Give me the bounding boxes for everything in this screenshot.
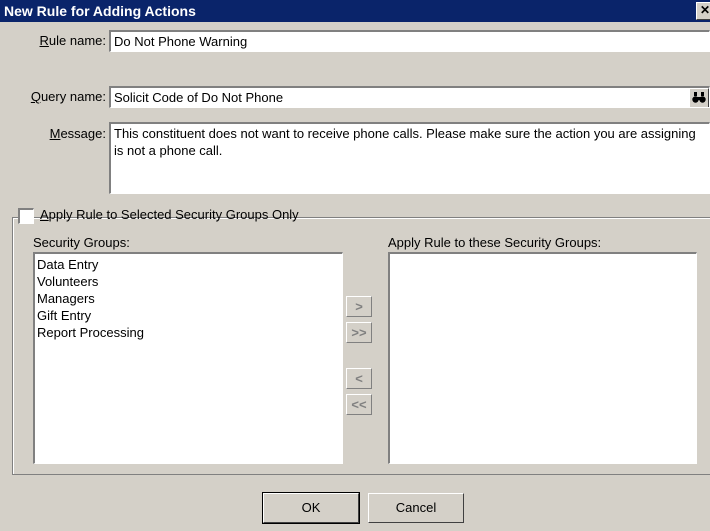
- window-title: New Rule for Adding Actions: [4, 3, 196, 19]
- message-label: Message:: [49, 126, 106, 141]
- query-name-label: Query name:: [30, 89, 106, 104]
- security-groups-list[interactable]: Data Entry Volunteers Managers Gift Entr…: [33, 252, 343, 464]
- list-item[interactable]: Gift Entry: [37, 307, 340, 324]
- apply-rule-checkbox[interactable]: [18, 208, 34, 224]
- security-groups-label: Security Groups:: [33, 235, 130, 250]
- apply-rule-checkbox-label: Apply Rule to Selected Security Groups O…: [40, 207, 299, 222]
- title-bar: New Rule for Adding Actions ✕: [0, 0, 710, 22]
- list-item[interactable]: Report Processing: [37, 324, 340, 341]
- list-item[interactable]: Data Entry: [37, 256, 340, 273]
- applied-groups-label: Apply Rule to these Security Groups:: [388, 235, 602, 250]
- apply-rule-option[interactable]: Apply Rule to Selected Security Groups O…: [18, 206, 299, 226]
- rule-name-label-text: ule name:: [48, 33, 106, 48]
- list-item[interactable]: Managers: [37, 290, 340, 307]
- remove-all-button[interactable]: <<: [346, 394, 372, 415]
- ok-button[interactable]: OK: [262, 492, 360, 524]
- remove-one-button[interactable]: <: [346, 368, 372, 389]
- list-item[interactable]: Volunteers: [37, 273, 340, 290]
- add-all-button[interactable]: >>: [346, 322, 372, 343]
- rule-name-field[interactable]: Do Not Phone Warning: [109, 30, 710, 52]
- close-button[interactable]: ✕: [696, 2, 710, 20]
- message-label-text: essage:: [60, 126, 106, 141]
- rule-name-label: Rule name:: [39, 33, 106, 48]
- query-name-label-text: uery name:: [40, 89, 106, 104]
- applied-groups-list[interactable]: [388, 252, 697, 464]
- binoculars-icon: [692, 92, 706, 103]
- cancel-button[interactable]: Cancel: [368, 493, 464, 523]
- query-name-field[interactable]: Solicit Code of Do Not Phone: [109, 86, 710, 108]
- query-name-value: Solicit Code of Do Not Phone: [114, 90, 284, 105]
- apply-rule-checkbox-label-text: pply Rule to Selected Security Groups On…: [48, 207, 299, 222]
- close-icon: ✕: [699, 3, 710, 17]
- message-field[interactable]: This constituent does not want to receiv…: [109, 122, 710, 194]
- query-lookup-button[interactable]: [689, 88, 709, 107]
- add-one-button[interactable]: >: [346, 296, 372, 317]
